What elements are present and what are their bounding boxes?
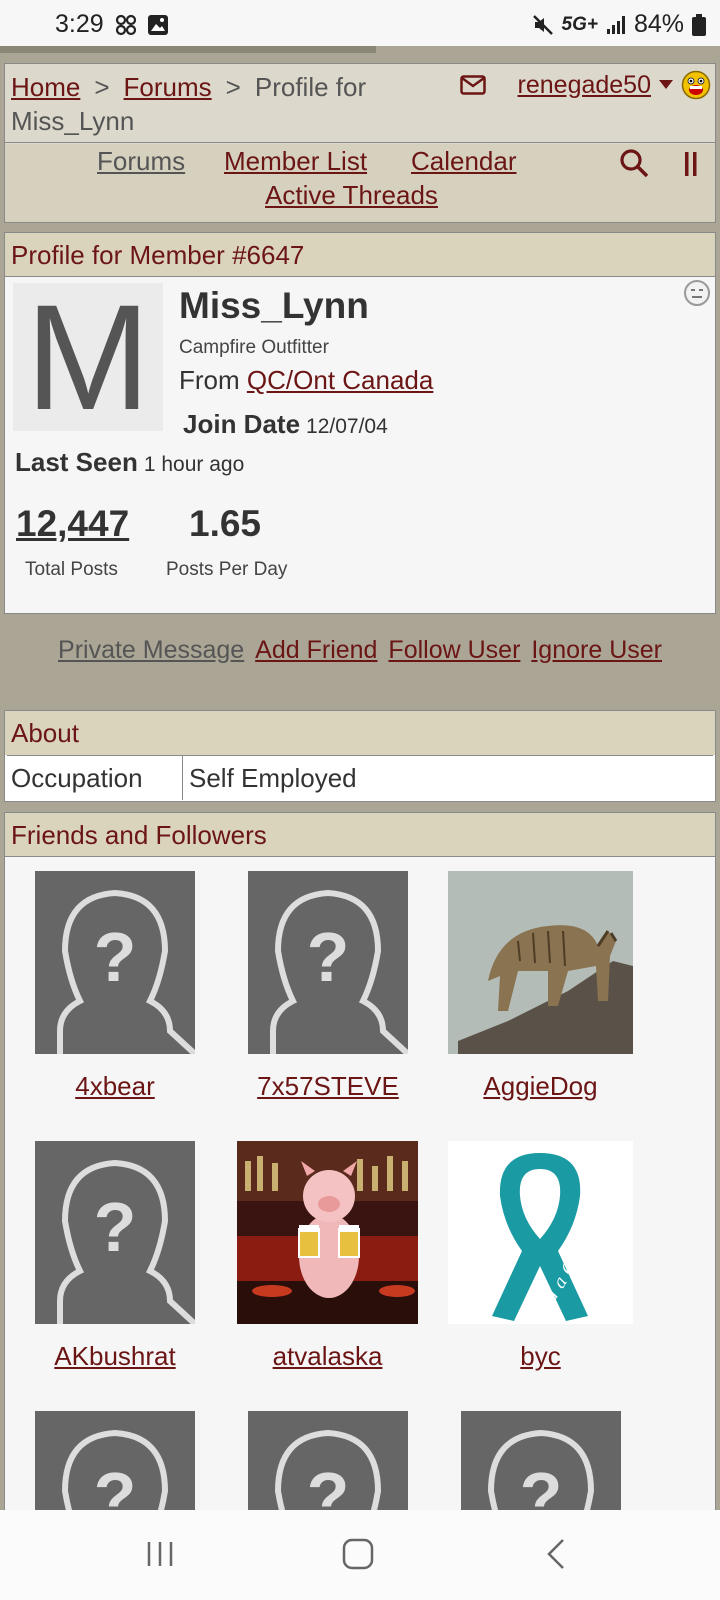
profile-title: Campfire Outfitter	[179, 337, 329, 358]
friend-item[interactable]: ?	[461, 1411, 621, 1512]
mail-icon[interactable]	[459, 75, 486, 95]
join-date-value: 12/07/04	[306, 415, 388, 438]
default-avatar-icon[interactable]: ?	[461, 1411, 621, 1512]
recent-apps-icon[interactable]	[146, 1540, 174, 1568]
default-avatar-icon[interactable]: ?	[35, 1411, 195, 1512]
default-avatar-icon[interactable]: ?	[248, 1411, 408, 1512]
profile-location: From QC/Ont Canada	[179, 365, 433, 396]
neutral-status-icon	[684, 280, 710, 306]
friend-item[interactable]: Find a Cure byc	[448, 1141, 633, 1372]
nav-calendar-link[interactable]: Calendar	[411, 146, 517, 177]
system-nav-bar	[0, 1510, 720, 1600]
about-header: About	[5, 711, 715, 755]
nav-member-list-link[interactable]: Member List	[224, 146, 367, 177]
friend-item[interactable]: atvalaska	[237, 1141, 418, 1372]
profile-header: Profile for Member #6647	[5, 233, 715, 277]
header-divider	[5, 142, 715, 143]
friend-item[interactable]: ? 7x57STEVE	[248, 871, 408, 1102]
occupation-row: Occupation Self Employed	[7, 755, 713, 800]
user-menu: renegade50	[459, 70, 711, 100]
default-avatar-icon[interactable]: ?	[248, 871, 408, 1059]
occupation-value: Self Employed	[189, 763, 357, 793]
svg-text:?: ?	[307, 918, 350, 996]
back-icon[interactable]	[546, 1538, 566, 1570]
nav-forums-link[interactable]: Forums	[97, 146, 185, 177]
breadcrumb: Home > Forums > Profile for Miss_Lynn	[11, 70, 441, 138]
posts-per-day-label: Posts Per Day	[166, 559, 288, 580]
friends-panel: Friends and Followers ? 4xbear ? 7x57STE…	[4, 812, 716, 1512]
chevron-right-icon: >	[225, 72, 241, 102]
last-seen-value: 1 hour ago	[143, 453, 245, 476]
friends-header: Friends and Followers	[5, 813, 715, 857]
friend-item[interactable]: ?	[248, 1411, 408, 1512]
svg-text:?: ?	[94, 1188, 137, 1266]
svg-text:?: ?	[520, 1458, 563, 1512]
total-posts-link[interactable]: 12,447	[16, 503, 129, 545]
friend-name-link[interactable]: 7x57STEVE	[248, 1071, 408, 1102]
add-friend-link[interactable]: Add Friend	[255, 636, 377, 664]
private-message-link[interactable]: Private Message	[58, 636, 244, 664]
home-icon[interactable]	[342, 1538, 374, 1570]
friend-name-link[interactable]: 4xbear	[35, 1071, 195, 1102]
teal-ribbon-avatar[interactable]: Find a Cure	[448, 1141, 633, 1329]
chevron-right-icon: >	[94, 72, 110, 102]
occupation-label: Occupation	[7, 756, 183, 800]
friend-name-link[interactable]: byc	[448, 1341, 633, 1372]
profile-panel: Profile for Member #6647 M Miss_Lynn Cam…	[4, 232, 716, 614]
username-link[interactable]: renegade50	[518, 71, 651, 100]
pause-icon[interactable]	[685, 152, 697, 176]
search-icon[interactable]	[619, 148, 649, 178]
from-label: From	[179, 365, 240, 395]
battery-percent: 84%	[633, 10, 684, 38]
caret-down-icon[interactable]	[659, 80, 673, 90]
nav-active-threads-link[interactable]: Active Threads	[265, 180, 438, 211]
svg-text:?: ?	[94, 918, 137, 996]
about-panel: About Occupation Self Employed	[4, 710, 716, 802]
friend-item[interactable]: ? AKbushrat	[35, 1141, 195, 1372]
gallery-icon	[148, 15, 168, 35]
status-bar: 3:29 5G+ 84%	[0, 0, 720, 46]
friend-item[interactable]: ?	[35, 1411, 195, 1512]
bobcat-photo-avatar[interactable]	[448, 871, 633, 1059]
friend-name-link[interactable]: AKbushrat	[35, 1341, 195, 1372]
pinwheel-icon	[115, 14, 137, 36]
default-avatar-icon[interactable]: ?	[35, 1141, 195, 1329]
total-posts-label: Total Posts	[25, 559, 118, 580]
friend-item[interactable]: ? 4xbear	[35, 871, 195, 1102]
network-label: 5G+	[561, 13, 598, 35]
follow-user-link[interactable]: Follow User	[388, 636, 520, 664]
join-date: Join Date 12/07/04	[183, 409, 388, 440]
profile-actions: Private Message Add Friend Follow User I…	[0, 636, 720, 665]
smiley-avatar-icon[interactable]	[681, 70, 711, 100]
default-avatar-icon[interactable]: ?	[35, 871, 195, 1059]
breadcrumb-forums-link[interactable]: Forums	[124, 72, 212, 102]
mute-icon	[532, 14, 553, 35]
main-nav: Forums Member List Calendar Active Threa…	[5, 144, 715, 222]
friend-name-link[interactable]: AggieDog	[448, 1071, 633, 1102]
avatar: M	[13, 282, 163, 432]
join-date-label: Join Date	[183, 409, 301, 439]
posts-per-day: 1.65	[189, 503, 262, 544]
pig-bar-photo-avatar[interactable]	[237, 1141, 418, 1329]
friend-name-link[interactable]: atvalaska	[237, 1341, 418, 1372]
battery-icon	[692, 13, 706, 36]
friend-item[interactable]: AggieDog	[448, 871, 633, 1102]
svg-text:?: ?	[94, 1458, 137, 1512]
location-link[interactable]: QC/Ont Canada	[247, 365, 433, 395]
last-seen-label: Last Seen	[15, 447, 138, 477]
svg-text:?: ?	[307, 1458, 350, 1512]
signal-icon	[606, 15, 625, 34]
forum-header: Home > Forums > Profile for Miss_Lynn renega…	[4, 63, 716, 223]
last-seen: Last Seen 1 hour ago	[15, 447, 244, 478]
status-time: 3:29	[55, 10, 104, 38]
breadcrumb-home-link[interactable]: Home	[11, 72, 80, 102]
profile-name: Miss_Lynn	[179, 285, 369, 326]
page-scroll-indicator	[0, 46, 376, 53]
ignore-user-link[interactable]: Ignore User	[531, 636, 662, 664]
